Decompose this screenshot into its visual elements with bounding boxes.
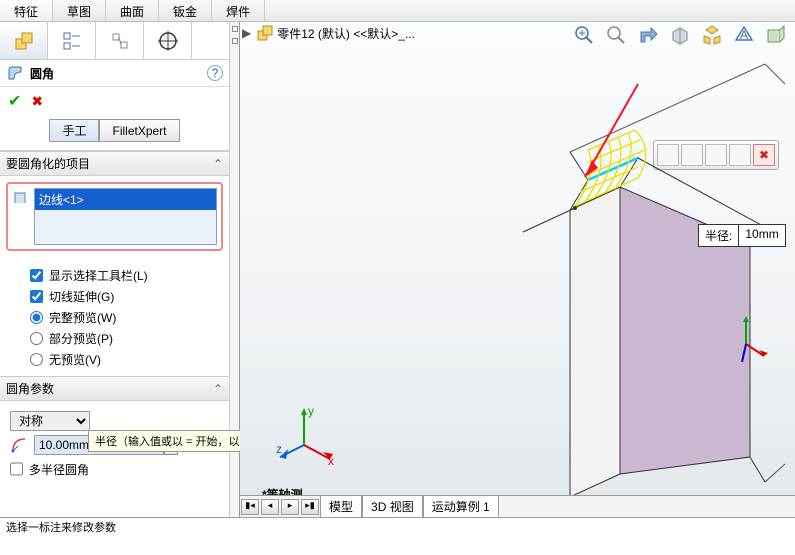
cancel-button[interactable]: ✖ [31, 93, 43, 110]
rb-full-preview[interactable]: 完整预览(W) [30, 309, 219, 326]
callout-value[interactable]: 10mm [739, 225, 784, 246]
selected-edge-row[interactable]: 边线<1> [35, 189, 216, 210]
fm-tab-4[interactable] [144, 22, 192, 59]
ctx-btn-2[interactable] [681, 144, 703, 166]
display-style-icon[interactable]: A [731, 22, 757, 48]
nav-first[interactable]: ▮◂ [241, 499, 259, 515]
rb-partial-preview[interactable]: 部分预览(P) [30, 330, 219, 347]
svg-text:y: y [308, 405, 314, 418]
ctx-btn-3[interactable] [705, 144, 727, 166]
view-orient-icon[interactable] [699, 22, 725, 48]
help-button[interactable]: ? [207, 65, 223, 81]
ctx-btn-4[interactable] [729, 144, 751, 166]
ctx-btn-1[interactable] [657, 144, 679, 166]
svg-text:x: x [328, 454, 334, 467]
breadcrumb-part[interactable]: 零件12 (默认) <<默认>_... [277, 25, 415, 42]
section-view-icon[interactable] [667, 22, 693, 48]
nav-last[interactable]: ▸▮ [301, 499, 319, 515]
feature-title: 圆角 [30, 65, 54, 82]
status-bar: 选择一标注来修改参数 [0, 517, 795, 535]
view-triad: y x z [276, 405, 338, 467]
tab-sheetmetal[interactable]: 钣金 [159, 0, 212, 21]
cb-show-toolbar[interactable]: 显示选择工具栏(L) [30, 267, 219, 284]
items-highlight-box: 边线<1> [6, 182, 223, 251]
section-items-title: 要圆角化的项目 [6, 155, 90, 172]
svg-text:z: z [276, 442, 282, 456]
nav-prev[interactable]: ◂ [261, 499, 279, 515]
hide-show-icon[interactable] [763, 22, 789, 48]
tab-sketch[interactable]: 草图 [53, 0, 106, 21]
nav-next[interactable]: ▸ [281, 499, 299, 515]
cb-tangent[interactable]: 切线延伸(G) [30, 288, 219, 305]
ok-button[interactable]: ✔ [8, 91, 21, 111]
zoom-area-icon[interactable] [603, 22, 629, 48]
fm-tab-2[interactable] [48, 22, 96, 59]
fm-tab-3[interactable] [96, 22, 144, 59]
part-icon [255, 24, 273, 42]
collapse-icon[interactable]: ⌃ [213, 157, 223, 171]
manual-tab[interactable]: 手工 [49, 119, 99, 142]
radius-callout[interactable]: 半径: 10mm [698, 224, 786, 247]
radius-icon [10, 436, 28, 454]
tab-model[interactable]: 模型 [320, 495, 362, 517]
edge-icon [12, 188, 30, 206]
feature-manager-tabs [0, 22, 229, 60]
cb-multi-radius[interactable]: 多半径圆角 [10, 459, 219, 479]
selection-list[interactable]: 边线<1> [34, 188, 217, 245]
command-manager-tabs: 特征 草图 曲面 钣金 焊件 [0, 0, 795, 22]
symmetric-select[interactable]: 对称 [10, 411, 90, 431]
zoom-fit-icon[interactable] [571, 22, 597, 48]
ctx-close-icon[interactable]: ✖ [753, 144, 775, 166]
tab-motion[interactable]: 运动算例 1 [423, 495, 499, 517]
heads-up-toolbar: A [571, 22, 789, 48]
motion-tabs: ▮◂ ◂ ▸ ▸▮ 模型 3D 视图 运动算例 1 [240, 495, 795, 517]
section-params-title: 圆角参数 [6, 380, 54, 397]
radius-tooltip: 半径（输入值或以 = 开始，以创建方程式） [88, 430, 229, 452]
tab-3dview[interactable]: 3D 视图 [362, 495, 423, 517]
filletxpert-tab[interactable]: FilletXpert [99, 119, 179, 142]
callout-label: 半径: [699, 225, 739, 246]
breadcrumb-arrow[interactable]: ▶ [242, 26, 251, 40]
context-toolbar: ✖ [653, 140, 779, 170]
graphics-viewport[interactable]: ▶ 零件12 (默认) <<默认>_... A ✖ [240, 22, 795, 517]
prev-view-icon[interactable] [635, 22, 661, 48]
fm-tab-1[interactable] [0, 22, 48, 59]
fillet-icon [6, 64, 24, 82]
tab-surface[interactable]: 曲面 [106, 0, 159, 21]
collapse-icon-2[interactable]: ⌃ [213, 382, 223, 396]
rb-no-preview[interactable]: 无预览(V) [30, 351, 219, 368]
tab-feature[interactable]: 特征 [0, 0, 53, 21]
svg-text:A: A [740, 28, 748, 42]
tab-weldment[interactable]: 焊件 [212, 0, 265, 21]
